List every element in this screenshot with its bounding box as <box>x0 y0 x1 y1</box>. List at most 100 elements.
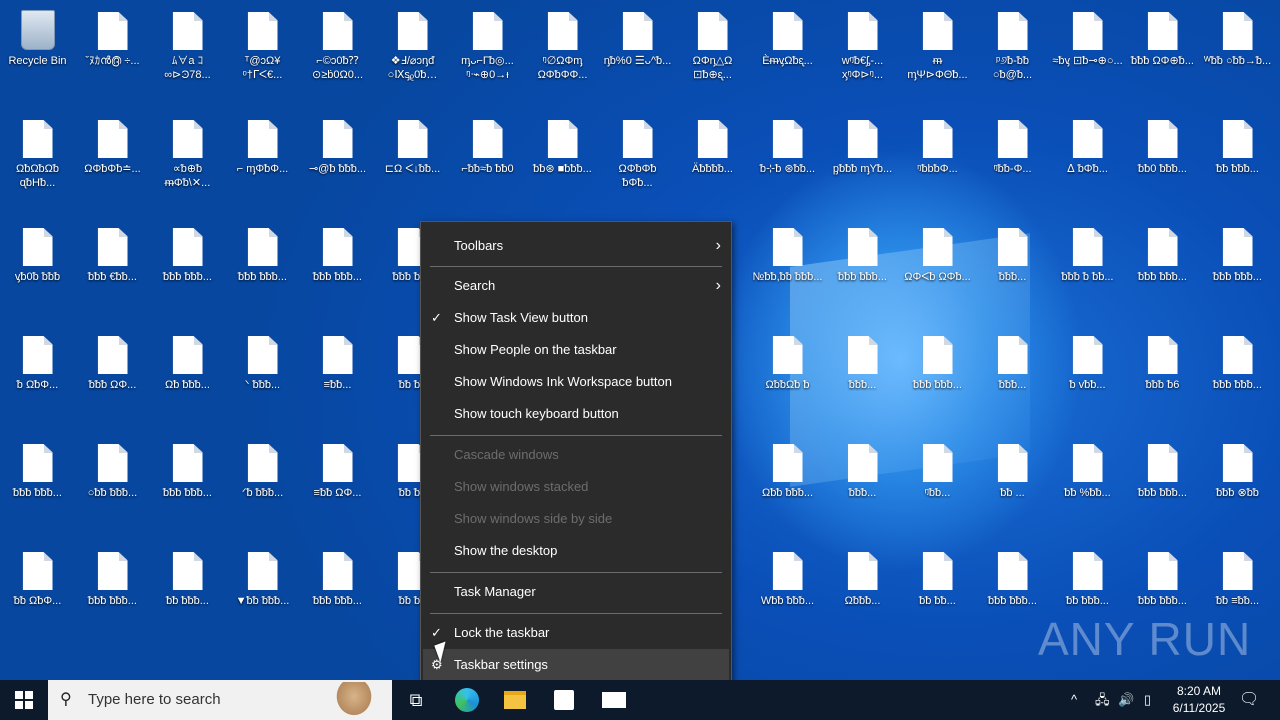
show-hidden-icons-chevron[interactable]: ^ <box>1071 680 1077 720</box>
desktop-file-icon[interactable]: ᵬᵬᵬ ᵬᵬᵬ... <box>900 328 975 428</box>
desktop-file-icon[interactable]: ᐃ ᵬΦᵬ... <box>1050 112 1125 212</box>
desktop-file-icon[interactable]: ᵬᵬ ΩᵬΦ... <box>0 544 75 644</box>
desktop-file-icon[interactable]: wᵑᵬ€ᶋ-... ᶍᵑΦ⊳ᵑ... <box>825 4 900 104</box>
recycle-bin[interactable]: Recycle Bin <box>0 4 75 104</box>
desktop-file-icon[interactable]: ᵬᵬ0 ᵬᵬᵬ... <box>1125 112 1200 212</box>
desktop-file-icon[interactable]: ⌐ ᶆΦᵬΦ... <box>225 112 300 212</box>
desktop-file-icon[interactable]: ᵑᵬᵬ-Φ... <box>975 112 1050 212</box>
task-view-button[interactable]: ⧉ <box>392 680 440 720</box>
desktop-file-icon[interactable]: ﾑ∀a ｺ∞⊳Ͽ78... <box>150 4 225 104</box>
desktop-file-icon[interactable]: ᵬᵬᵬ ᵬᵬᵬ... <box>300 544 375 644</box>
desktop-file-icon[interactable]: №ᵬᵬ,ᵬᵬ ᵬᵬᵬ... <box>750 220 825 320</box>
desktop-file-icon[interactable]: ᶌᵬ0ᵬ ᵬᵬᵬ <box>0 220 75 320</box>
start-button[interactable] <box>0 680 48 720</box>
desktop-file-icon[interactable]: Wᵬᵬ ᵬᵬᵬ... <box>750 544 825 644</box>
desktop-file-icon[interactable]: ᶆᴗ⌐Γᵬ◎... ᵑᐧ⌁⊕0→ᵼ <box>450 4 525 104</box>
desktop-file-icon[interactable]: ᵬ vᵬᵬ... <box>1050 328 1125 428</box>
menu-item-touch-keyboard[interactable]: Show touch keyboard button <box>421 398 731 430</box>
desktop-file-icon[interactable]: ᶈᵬᵬᵬ ᶆΥᵬ... <box>825 112 900 212</box>
desktop-file-icon[interactable]: ▼ᵬᵬ ᵬᵬᵬ... <box>225 544 300 644</box>
desktop-file-icon[interactable]: ᵬᵬ ... <box>975 436 1050 536</box>
desktop-file-icon[interactable]: Ωᵬ ᵬᵬᵬ... <box>150 328 225 428</box>
desktop-file-icon[interactable]: ❖Ⅎ/⌀ↄᶇᵭ ○Ⅸᶊᵨ0ᵬ… <box>375 4 450 104</box>
battery-icon[interactable]: ▯ <box>1144 680 1151 720</box>
desktop-file-icon[interactable]: ΩᵬᵬΩᵬ ᵬ <box>750 328 825 428</box>
desktop-file-icon[interactable]: ᐠ ᵬᵬᵬ... <box>225 328 300 428</box>
network-icon[interactable]: 🖧 <box>1095 680 1110 720</box>
desktop-file-icon[interactable]: ᵬᵬᵬ... <box>975 220 1050 320</box>
desktop-file-icon[interactable]: ∝ᵬ⊕ᵬ ᵯΦᵬ\✕... <box>150 112 225 212</box>
desktop-file-icon[interactable]: ᵂᵬᵬ ○ᵬᵬ→ᵬ... <box>1200 4 1275 104</box>
desktop-file-icon[interactable]: ᵬᵬᵬ ΩΦ⊕ᵬ... <box>1125 4 1200 104</box>
taskbar-search-box[interactable]: ⚲ Type here to search <box>48 680 392 720</box>
desktop-file-icon[interactable]: ᵖ୬ᵬ-ᵬᵬ ○ᵬ@ᵬ... <box>975 4 1050 104</box>
desktop-file-icon[interactable]: ᵬᵬᵬ ᵬᵬᵬ... <box>825 220 900 320</box>
desktop-file-icon[interactable]: ᐟᵬ ᵬᵬᵬ... <box>225 436 300 536</box>
desktop-file-icon[interactable]: Äᵬᵬᵬᵬ... <box>675 112 750 212</box>
menu-item-ink-workspace[interactable]: Show Windows Ink Workspace button <box>421 366 731 398</box>
desktop-file-icon[interactable]: ᵬᵬ %ᵬᵬ... <box>1050 436 1125 536</box>
desktop-file-icon[interactable]: ᵬᵬ ᵬᵬᵬ... <box>150 544 225 644</box>
desktop-file-icon[interactable]: ᵬ⊹ᵬ ⊛ᵬᵬ... <box>750 112 825 212</box>
desktop-file-icon[interactable]: ⌐©ↄ0ᵬ⁇ ⊙≥ḃ0Ω0... <box>300 4 375 104</box>
desktop-file-icon[interactable]: ᵯ ᶆΨ⊳ΦΘᵬ... <box>900 4 975 104</box>
desktop-file-icon[interactable]: ᵬᵬ⊛ ■ᵬᵬᵬ... <box>525 112 600 212</box>
desktop-file-icon[interactable]: ᵬᵬᵬ ⊗ᵬᵬ <box>1200 436 1275 536</box>
menu-item-taskbar-settings[interactable]: ⚙ Taskbar settings <box>423 649 729 681</box>
desktop-file-icon[interactable]: ≈ᵬᶌ ⊡ᵬ⊸⊕○... <box>1050 4 1125 104</box>
desktop-file-icon[interactable]: ᵀ@ↄΩ¥ ᵒ†ᒥᐸ€... <box>225 4 300 104</box>
desktop-file-icon[interactable]: ᵬᵬᵬ ᵬ ᵬᵬ... <box>1050 220 1125 320</box>
desktop-file-icon[interactable]: ᵬᵬᵬ ᵬ6 <box>1125 328 1200 428</box>
desktop-file-icon[interactable]: ᵬᵬᵬ ᵬᵬᵬ... <box>1200 220 1275 320</box>
desktop-file-icon[interactable]: ᵬᵬᵬ ᵬᵬᵬ... <box>300 220 375 320</box>
edge-button[interactable] <box>443 680 491 720</box>
desktop-file-icon[interactable]: ᵬᵬ ᵬᵬ... <box>900 544 975 644</box>
desktop-file-icon[interactable]: ᵬᵬᵬ ᵬᵬᵬ... <box>150 220 225 320</box>
desktop-file-icon[interactable]: ⌐ᵬᵬ≈ᵬ ᵬᵬ0 <box>450 112 525 212</box>
desktop-file-icon[interactable]: ○ᵬᵬ ᵬᵬᵬ... <box>75 436 150 536</box>
menu-item-lock-taskbar[interactable]: ✓ Lock the taskbar <box>421 617 731 649</box>
volume-icon[interactable]: 🔊 <box>1118 680 1134 720</box>
desktop-file-icon[interactable]: ᵬᵬᵬ ᵬᵬᵬ... <box>1125 436 1200 536</box>
desktop-file-icon[interactable]: ˇﾇｶൻ൫ ÷... <box>75 4 150 104</box>
desktop-file-icon[interactable]: ᵬᵬᵬ ΩΦ... <box>75 328 150 428</box>
desktop-file-icon[interactable]: ΩΦᶇ△Ω ⊡ᵬ⊕ᶓ... <box>675 4 750 104</box>
store-button[interactable] <box>540 680 588 720</box>
desktop-file-icon[interactable]: ᵬᵬ ᵬᵬᵬ... <box>1200 112 1275 212</box>
desktop-file-icon[interactable]: ᵬᵬᵬ ᵬᵬᵬ... <box>150 436 225 536</box>
desktop-file-icon[interactable]: Ωᵬᵬᵬ... <box>825 544 900 644</box>
desktop-file-icon[interactable]: ᵬ ΩᵬΦ... <box>0 328 75 428</box>
desktop-file-icon[interactable]: ᵬᵬᵬ... <box>825 436 900 536</box>
menu-item-search[interactable]: Search › <box>421 270 731 302</box>
menu-item-people[interactable]: Show People on the taskbar <box>421 334 731 366</box>
desktop-file-icon[interactable]: ᵬᵬᵬ ᵬᵬᵬ... <box>1200 328 1275 428</box>
desktop-file-icon[interactable]: ᵑᵬᵬ... <box>900 436 975 536</box>
desktop-file-icon[interactable]: ᵬᵬᵬ €ᵬᵬ... <box>75 220 150 320</box>
desktop-file-icon[interactable]: ΩΦᵬΦᵬ≐... <box>75 112 150 212</box>
desktop-file-icon[interactable]: ᵬᵬᵬ ᵬᵬᵬ... <box>0 436 75 536</box>
desktop-file-icon[interactable]: Ωᵬᵬ ᵬᵬᵬ... <box>750 436 825 536</box>
desktop-file-icon[interactable]: ᵑᵬbᵬΦ... <box>900 112 975 212</box>
menu-item-task-view[interactable]: ✓ Show Task View button <box>421 302 731 334</box>
desktop-file-icon[interactable]: ᵬᵬᵬ ᵬᵬᵬ... <box>1125 220 1200 320</box>
notifications-icon[interactable]: 🗨 <box>1239 680 1259 720</box>
desktop-file-icon[interactable]: ᶇᵬ%0 ☰ᴗ^ᵬ... <box>600 4 675 104</box>
desktop-file-icon[interactable]: ΩΦᐸᵬ ΩΦᵬ... <box>900 220 975 320</box>
desktop-file-icon[interactable]: ᵬᵬᵬ... <box>975 328 1050 428</box>
desktop-file-icon[interactable]: ᵑ∅ΩΦᶆ ΩΦᵬΦΦ... <box>525 4 600 104</box>
desktop-file-icon[interactable]: ΩᵬΩᵬΩᵬ ᶐᵬΗᵬ... <box>0 112 75 212</box>
desktop-file-icon[interactable]: ≡ᵬᵬ... <box>300 328 375 428</box>
desktop-file-icon[interactable]: ᵬᵬᵬ... <box>825 328 900 428</box>
menu-item-show-desktop[interactable]: Show the desktop <box>421 535 731 567</box>
desktop-file-icon[interactable]: ΩΦᵬΦᵬ ᵬΦᵬ... <box>600 112 675 212</box>
menu-item-toolbars[interactable]: Toolbars › <box>421 230 731 262</box>
desktop-file-icon[interactable]: ≡ᵬᵬ ΩΦ... <box>300 436 375 536</box>
desktop-file-icon[interactable]: ᵬᵬᵬ ᵬᵬᵬ... <box>75 544 150 644</box>
menu-item-task-manager[interactable]: Task Manager <box>421 576 731 608</box>
desktop-file-icon[interactable]: ⊏Ω ᐸ↓ᵬᵬ... <box>375 112 450 212</box>
clock[interactable]: 8:20 AM 6/11/2025 <box>1164 683 1234 717</box>
file-explorer-button[interactable] <box>491 680 539 720</box>
mail-button[interactable] <box>590 680 638 720</box>
desktop-file-icon[interactable]: ᵬᵬᵬ ᵬᵬᵬ... <box>225 220 300 320</box>
desktop-file-icon[interactable]: ÈᵯᶌΩᵬᶓ... <box>750 4 825 104</box>
